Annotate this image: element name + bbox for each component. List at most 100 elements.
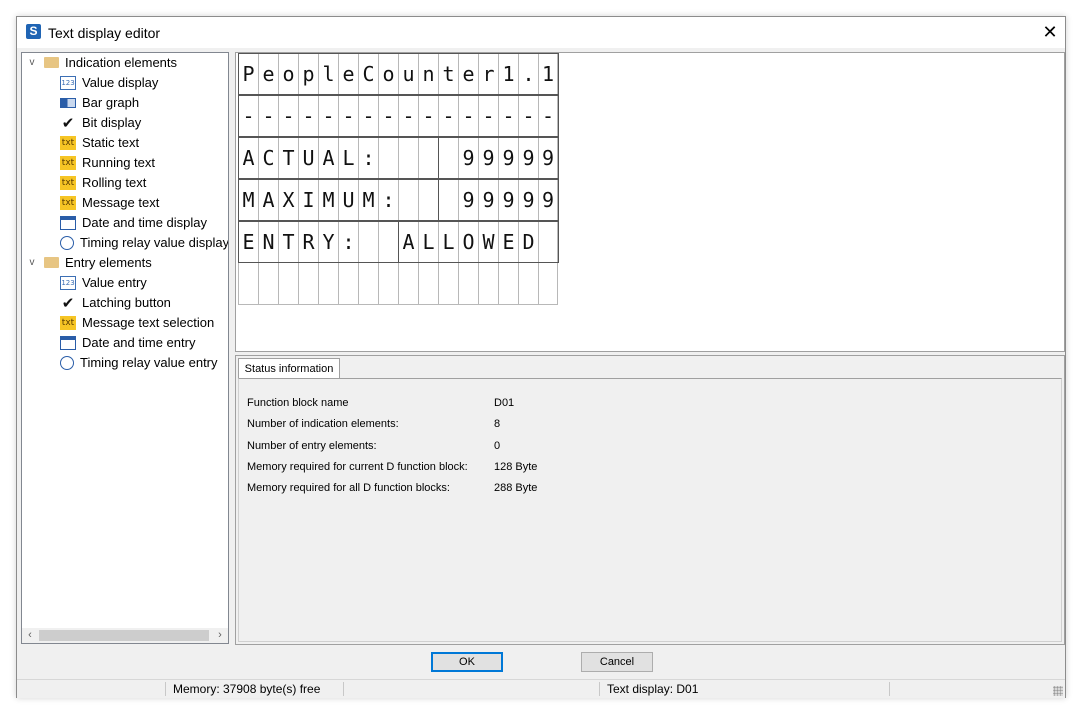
tab-status-information[interactable]: Status information [238,358,340,379]
message-text-selection-icon: txt [60,315,76,330]
timing-relay-entry-icon [60,355,74,370]
lcd-cell[interactable] [298,263,318,305]
tree-group-indication-elements[interactable]: Indication elements [44,53,177,73]
lcd-cell[interactable] [378,263,398,305]
lcd-cell[interactable] [278,263,298,305]
tree-group-entry-elements[interactable]: Entry elements [44,253,152,273]
tree-group-label: Entry elements [65,255,152,270]
scrollbar-thumb[interactable] [39,630,209,641]
title-bar: S Text display editor ✕ [17,17,1065,48]
display-status: Text display: D01 [607,682,699,696]
tree-item[interactable]: ✔ Bit display [60,113,142,133]
status-label: Memory required for current D function b… [247,460,468,473]
scroll-left-icon[interactable]: ‹ [22,628,38,643]
lcd-cell[interactable] [338,263,358,305]
display-element-outline[interactable] [238,221,399,263]
dialog-window: S Text display editor ✕ v Indication elem… [16,16,1066,698]
status-value: 0 [494,439,501,452]
display-element-outline[interactable] [238,95,559,137]
status-bar: Memory: 37908 byte(s) free Text display:… [17,679,1065,698]
status-label: Number of indication elements: [247,418,399,431]
status-label: Number of entry elements: [247,439,377,452]
lcd-cell[interactable] [458,263,478,305]
lcd-cell[interactable] [318,263,338,305]
tree-item-label: Latching button [82,295,171,310]
lcd-cell[interactable] [418,263,438,305]
resize-grip-icon[interactable] [1053,686,1063,696]
tree-item[interactable]: txt Message text selection [60,313,214,333]
lcd-cell[interactable] [498,263,518,305]
tree-item[interactable]: ✔ Latching button [60,293,171,313]
tree-item-label: Bit display [82,115,142,130]
tree-expander-chevron-icon[interactable]: v [26,53,38,73]
tree-item[interactable]: Date and time display [60,213,207,233]
display-element-outline[interactable] [238,179,439,221]
static-text-icon: txt [60,135,76,150]
tree-item[interactable]: txt Running text [60,153,155,173]
display-element-outline[interactable] [238,53,559,95]
cancel-button[interactable]: Cancel [581,652,653,672]
tree-item[interactable]: txt Message text [60,193,159,213]
tree-item[interactable]: 123 Value display [60,73,158,93]
tree-group-label: Indication elements [65,55,178,70]
tree-item[interactable]: 123 Value entry [60,273,147,293]
lcd-cell[interactable] [238,263,258,305]
tree-item[interactable]: txt Rolling text [60,173,146,193]
status-value: D01 [494,397,515,409]
tree-expander-chevron-icon[interactable]: v [26,253,38,273]
running-text-icon: txt [60,155,76,170]
status-value: 128 Byte [494,460,538,473]
tree-item[interactable]: txt Static text [60,133,139,153]
timer-icon [60,235,74,250]
tree-content: v Indication elements 123 Value display Bar … [22,53,229,629]
lcd-cell[interactable] [538,263,558,305]
tree-item[interactable]: Bar graph [60,93,139,113]
status-value: 288 Byte [494,482,538,495]
tree-item-label: Value entry [82,275,147,290]
value-display-icon: 123 [60,75,76,90]
status-separator [165,682,166,696]
status-information-body: Function block name D01 Number of indicati… [238,378,1062,642]
calendar-icon [60,215,76,230]
tree-item-label: Message text [82,195,160,210]
tree-item-label: Timing relay value display [80,235,228,250]
checkmark-icon: ✔ [61,113,75,132]
display-element-outline[interactable] [438,179,559,221]
lcd-cell[interactable] [398,263,418,305]
tree-item[interactable]: Date and time entry [60,333,195,353]
value-entry-icon: 123 [60,275,76,290]
tree-item-label: Running text [82,155,155,170]
scroll-right-icon[interactable]: › [212,628,228,643]
folder-icon [44,57,59,69]
lcd-cell[interactable] [518,263,538,305]
tree-item-label: Timing relay value entry [80,355,218,370]
tree-horizontal-scrollbar[interactable]: ‹ › [22,628,228,643]
ok-button[interactable]: OK [431,652,503,672]
close-button[interactable]: ✕ [1035,17,1065,48]
message-text-icon: txt [60,195,76,210]
tree-item-label: Value display [82,75,159,90]
element-tree[interactable]: v Indication elements 123 Value display Bar … [21,52,229,644]
status-label: Memory required for all D function block… [247,482,450,495]
tree-item-label: Date and time display [82,215,208,230]
status-separator [599,682,600,696]
status-separator [889,682,890,696]
tree-item-label: Rolling text [82,175,147,190]
tree-item-label: Date and time entry [82,335,196,350]
lcd-cell[interactable] [478,263,498,305]
folder-icon [44,257,59,269]
status-panel: Status information Function block name D0… [235,355,1065,645]
tree-item-label: Message text selection [82,315,215,330]
tree-item[interactable]: Timing relay value display [60,233,228,253]
lcd-cell[interactable] [258,263,278,305]
text-display-canvas[interactable]: PeopleCounter1.1----------------ACTUAL: … [235,52,1065,352]
display-element-outline[interactable] [238,137,439,179]
tree-item[interactable]: Timing relay value entry [60,353,218,373]
lcd-cell[interactable] [358,263,378,305]
status-value: 8 [494,418,501,431]
display-element-outline[interactable] [438,137,559,179]
rolling-text-icon: txt [60,175,76,190]
status-label: Function block name [247,397,349,409]
lcd-cell[interactable] [438,263,458,305]
display-element-outline[interactable] [398,221,559,263]
